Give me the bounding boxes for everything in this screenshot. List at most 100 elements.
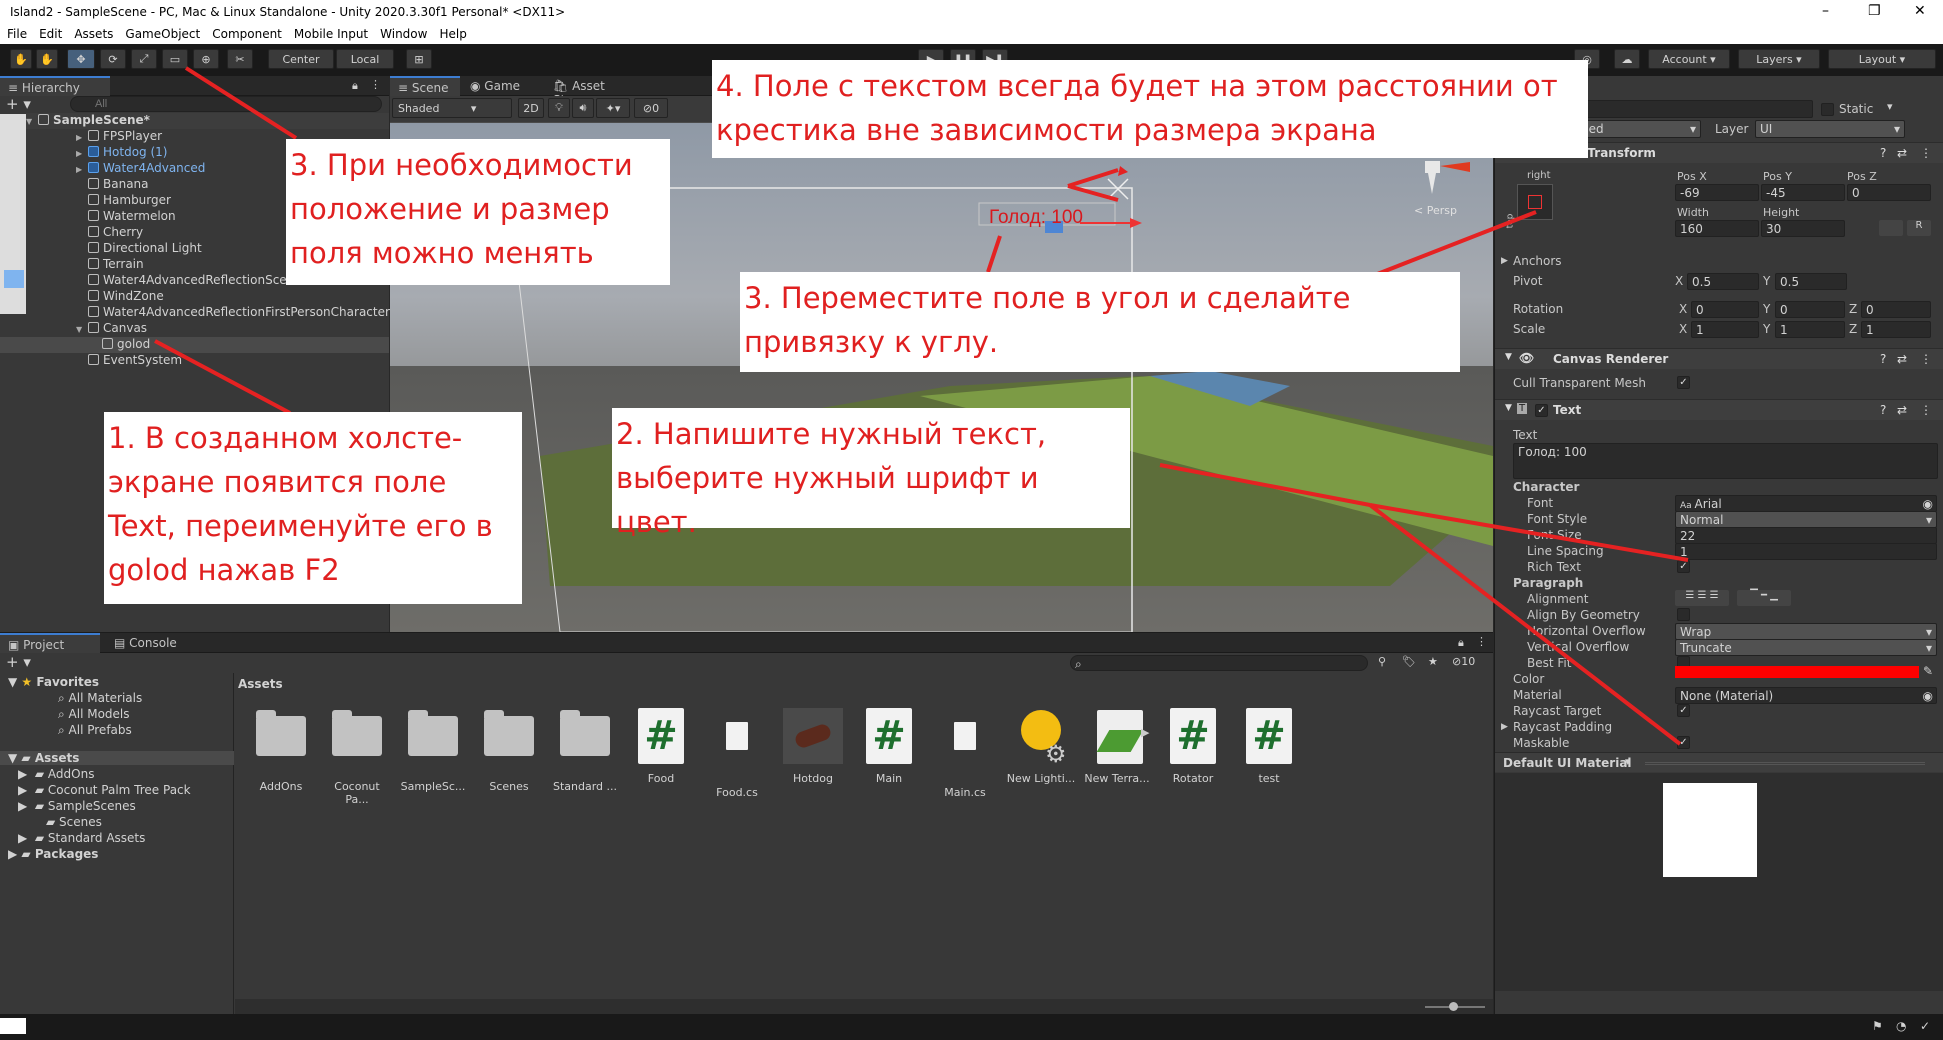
anchors-label[interactable]: Anchors <box>1513 254 1562 268</box>
asset-item[interactable]: ▶ New Terra... <box>1082 708 1152 785</box>
rotate-tool-icon[interactable]: ⟳ <box>100 49 126 69</box>
fav-all-models[interactable]: ⌕ All Models <box>58 707 130 722</box>
list-item[interactable]: Water4AdvancedReflectionFirstPersonChara… <box>0 305 390 321</box>
filter-label-icon[interactable]: 🏷︎ <box>1402 655 1416 668</box>
scale-tool-icon[interactable]: ⤢ <box>131 49 157 69</box>
scene-row[interactable]: ▼ SampleScene* <box>26 113 389 129</box>
line-spacing-field[interactable]: 1 <box>1675 543 1937 560</box>
progress-icon[interactable]: ◔ <box>1896 1019 1906 1033</box>
raycast-padding-label[interactable]: Raycast Padding <box>1513 720 1612 734</box>
color-swatch[interactable] <box>1675 666 1919 678</box>
list-item[interactable]: EventSystem <box>0 353 389 369</box>
cull-checkbox[interactable]: ✓ <box>1677 376 1690 389</box>
menu-icon[interactable]: ⋮ <box>370 78 381 91</box>
component-menu-icon[interactable]: ⋮ <box>1920 146 1932 160</box>
font-field[interactable]: Aa Arial ◉ <box>1675 495 1937 512</box>
posy-field[interactable]: -45 <box>1761 184 1845 201</box>
material-field[interactable]: None (Material) ◉ <box>1675 687 1937 704</box>
lock-icon[interactable]: 🔒︎ <box>352 79 358 93</box>
grid-snap-icon[interactable]: ⊞ <box>406 49 432 69</box>
collapse-icon[interactable]: ▼ <box>1505 403 1512 413</box>
account-dropdown[interactable]: Account ▾ <box>1648 49 1730 69</box>
tab-hierarchy[interactable]: ≡ Hierarchy <box>0 76 110 96</box>
text-enabled-checkbox[interactable]: ✓ <box>1535 404 1548 417</box>
menu-help[interactable]: Help <box>432 24 471 44</box>
object-name-field[interactable]: d <box>1573 100 1813 118</box>
anchor-preset-button[interactable] <box>1517 184 1553 220</box>
height-field[interactable]: 30 <box>1761 220 1845 237</box>
maskable-checkbox[interactable]: ✓ <box>1677 736 1690 749</box>
blueprint-button[interactable] <box>1879 220 1903 236</box>
raycast-target-checkbox[interactable]: ✓ <box>1677 704 1690 717</box>
menu-edit[interactable]: Edit <box>32 24 67 44</box>
project-search-input[interactable]: ⌕ <box>1070 655 1368 671</box>
pivot-center-button[interactable]: Center <box>268 49 334 69</box>
view-tool-icon[interactable]: ✋ <box>36 49 58 69</box>
menu-window[interactable]: Window <box>373 24 432 44</box>
raw-edit-button[interactable]: R <box>1907 220 1931 236</box>
tree-folder-scenes[interactable]: ▰ Scenes <box>46 815 102 829</box>
vertical-overflow-dropdown[interactable]: Truncate ▾ <box>1675 639 1937 656</box>
favorites-folder[interactable]: ▼ ★ Favorites <box>8 675 99 689</box>
rot-x-field[interactable]: 0 <box>1691 301 1759 318</box>
fav-all-prefabs[interactable]: ⌕ All Prefabs <box>58 723 132 738</box>
rich-text-checkbox[interactable]: ✓ <box>1677 560 1690 573</box>
menu-gameobject[interactable]: GameObject <box>118 24 205 44</box>
lock-icon[interactable]: 🔒︎ <box>1458 636 1464 650</box>
tree-folder-standard[interactable]: ▶ ▰ Standard Assets <box>18 831 145 845</box>
font-size-field[interactable]: 22 <box>1675 527 1937 544</box>
asset-item[interactable]: SampleSc... <box>398 708 468 793</box>
scale-z-field[interactable]: 1 <box>1861 321 1931 338</box>
cloud-icon[interactable]: ☁ <box>1614 49 1640 69</box>
menu-mobile-input[interactable]: Mobile Input <box>287 24 373 44</box>
maximize-button[interactable]: ❐ <box>1868 3 1881 19</box>
pivot-x-field[interactable]: 0.5 <box>1687 273 1759 290</box>
asset-item[interactable]: Scenes <box>474 708 544 793</box>
persp-label[interactable]: < Persp <box>1414 204 1457 217</box>
pivot-y-field[interactable]: 0.5 <box>1775 273 1847 290</box>
layers-dropdown[interactable]: Layers ▾ <box>1738 49 1820 69</box>
component-menu-icon[interactable]: ⋮ <box>1920 352 1932 366</box>
material-dropdown-icon[interactable]: ▾ <box>1625 755 1631 768</box>
help-icon[interactable]: ? <box>1880 403 1886 417</box>
hierarchy-search-input[interactable] <box>70 96 382 112</box>
tab-console[interactable]: ▤ Console <box>106 633 196 653</box>
asset-item[interactable]: Hotdog <box>778 708 848 785</box>
tab-project[interactable]: ▣ Project <box>0 633 100 653</box>
posx-field[interactable]: -69 <box>1675 184 1759 201</box>
default-material-bar[interactable]: Default UI Material ▾ <box>1495 752 1943 772</box>
hand-tool-icon[interactable]: ✋ <box>10 49 32 69</box>
menu-icon[interactable]: ⋮ <box>1476 635 1487 648</box>
static-dropdown-icon[interactable]: ▾ <box>1887 100 1893 113</box>
asset-item[interactable]: Food.cs <box>702 708 772 799</box>
rot-y-field[interactable]: 0 <box>1775 301 1845 318</box>
debug-icon[interactable]: ⚑ <box>1872 1019 1883 1033</box>
fav-all-materials[interactable]: ⌕ All Materials <box>58 691 142 706</box>
favorite-star-icon[interactable]: ★ <box>1428 655 1438 668</box>
text-component-header[interactable]: ▼ T ✓ Text ? ⇄ ⋮ <box>1495 399 1943 420</box>
help-icon[interactable]: ? <box>1880 352 1886 366</box>
breadcrumb[interactable]: Assets <box>238 677 283 691</box>
canvas-renderer-header[interactable]: ▼ 👁︎ Canvas Renderer ? ⇄ ⋮ <box>1495 348 1943 369</box>
eyedropper-icon[interactable]: ✎ <box>1923 664 1933 678</box>
custom-tool-icon[interactable]: ✂ <box>227 49 253 69</box>
tree-folder-coconut[interactable]: ▶ ▰ Coconut Palm Tree Pack <box>18 783 191 797</box>
layout-dropdown[interactable]: Layout ▾ <box>1828 49 1936 69</box>
tree-folder-addons[interactable]: ▶ ▰ AddOns <box>18 767 94 781</box>
filter-type-icon[interactable]: ⚲ <box>1378 655 1386 668</box>
zoom-slider-handle[interactable] <box>1449 1002 1458 1011</box>
menu-file[interactable]: File <box>0 24 32 44</box>
vertical-align-buttons[interactable]: ▔ ━ ▁ <box>1737 590 1791 606</box>
font-style-dropdown[interactable]: Normal ▾ <box>1675 511 1937 528</box>
help-icon[interactable]: ? <box>1880 146 1886 160</box>
rect-tool-icon[interactable]: ▭ <box>162 49 188 69</box>
tree-folder-samplescenes[interactable]: ▶ ▰ SampleScenes <box>18 799 136 813</box>
component-menu-icon[interactable]: ⋮ <box>1920 403 1932 417</box>
create-button[interactable]: + ▾ <box>6 653 31 671</box>
preset-icon[interactable]: ⇄ <box>1897 352 1907 366</box>
menu-assets[interactable]: Assets <box>67 24 118 44</box>
asset-item[interactable]: Standard ... <box>550 708 620 793</box>
asset-item[interactable]: # Main <box>854 708 924 785</box>
packages-folder[interactable]: ▶ ▰ Packages <box>8 847 98 861</box>
move-tool-icon[interactable]: ✥ <box>67 49 95 69</box>
